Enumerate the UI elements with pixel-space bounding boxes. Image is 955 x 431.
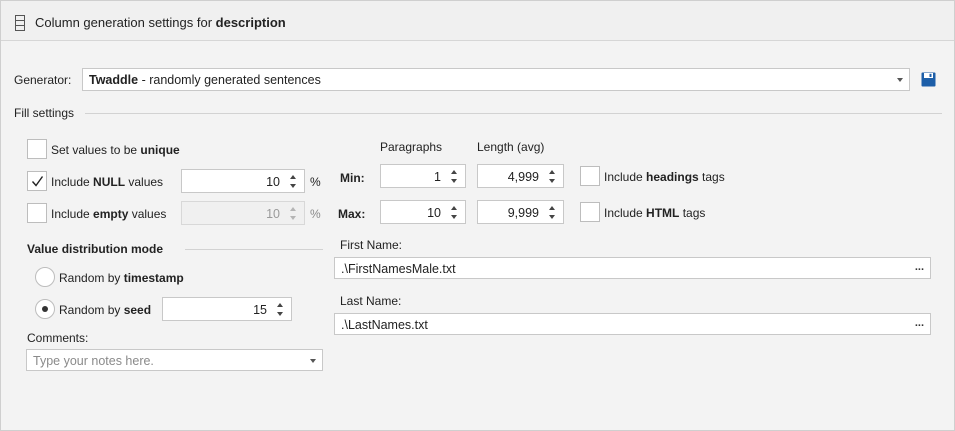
spin-up-icon (290, 207, 296, 211)
chevron-down-icon (897, 78, 903, 82)
spin-down-icon[interactable] (451, 215, 457, 219)
spin-down-icon[interactable] (549, 179, 555, 183)
random-timestamp-label: Random by timestamp (59, 271, 184, 285)
save-icon[interactable] (921, 72, 936, 87)
random-timestamp-radio[interactable] (35, 267, 55, 287)
max-length-value: 9,999 (507, 206, 539, 220)
include-html-checkbox[interactable] (580, 202, 600, 222)
generator-name: Twaddle (89, 73, 139, 87)
spin-down-icon[interactable] (277, 312, 283, 316)
spin-down-icon[interactable] (549, 215, 555, 219)
include-html-label: Include HTML tags (604, 206, 706, 220)
checkmark-icon (31, 176, 44, 187)
spin-up-icon[interactable] (277, 303, 283, 307)
chevron-down-icon[interactable] (310, 359, 316, 363)
empty-percent-unit: % (310, 207, 321, 221)
panel-title: Column generation settings for descripti… (35, 15, 286, 30)
random-seed-radio[interactable] (35, 299, 55, 319)
spin-down-icon[interactable] (290, 184, 296, 188)
first-name-label: First Name: (340, 238, 403, 252)
panel-header: Column generation settings for descripti… (1, 1, 954, 41)
min-label: Min: (340, 171, 365, 185)
comments-input[interactable]: Type your notes here. (26, 349, 323, 371)
min-length-value: 4,999 (507, 170, 539, 184)
length-header: Length (avg) (477, 140, 545, 154)
unique-checkbox[interactable] (27, 139, 47, 159)
min-paragraphs-spinner[interactable]: 1 (380, 164, 466, 188)
last-name-file-input[interactable]: .\LastNames.txt ... (334, 313, 931, 335)
spin-down-icon (290, 216, 296, 220)
generator-description: - randomly generated sentences (138, 73, 321, 87)
browse-button[interactable]: ... (915, 261, 924, 273)
comments-placeholder: Type your notes here. (33, 354, 154, 368)
empty-percent-value: 10 (266, 207, 280, 221)
spin-up-icon[interactable] (451, 206, 457, 210)
paragraphs-header: Paragraphs (380, 140, 443, 154)
random-seed-label: Random by seed (59, 303, 152, 317)
comments-label: Comments: (27, 331, 89, 345)
empty-percent-spinner: 10 (181, 201, 305, 225)
min-paragraphs-value: 1 (434, 170, 441, 184)
distribution-title: Value distribution mode (27, 242, 164, 256)
fill-settings-title: Fill settings (14, 106, 75, 120)
spin-up-icon[interactable] (549, 206, 555, 210)
include-empty-label: Include empty values (51, 207, 167, 221)
null-percent-unit: % (310, 175, 321, 189)
column-generation-panel: Column generation settings for descripti… (0, 0, 955, 431)
include-headings-label: Include headings tags (604, 170, 725, 184)
generator-select[interactable]: Twaddle - randomly generated sentences (82, 68, 910, 91)
browse-button[interactable]: ... (915, 317, 924, 329)
radio-selected-dot (42, 306, 48, 312)
max-length-spinner[interactable]: 9,999 (477, 200, 564, 224)
first-name-file-input[interactable]: .\FirstNamesMale.txt ... (334, 257, 931, 279)
unique-label: Set values to be unique (51, 143, 180, 157)
spin-up-icon[interactable] (290, 175, 296, 179)
spin-up-icon[interactable] (451, 170, 457, 174)
fill-settings-divider (85, 113, 942, 114)
generator-label: Generator: (14, 73, 72, 87)
first-name-file-path: .\FirstNamesMale.txt (341, 262, 456, 276)
max-paragraphs-value: 10 (427, 206, 441, 220)
include-null-label: Include NULL values (51, 175, 164, 189)
include-headings-checkbox[interactable] (580, 166, 600, 186)
spin-up-icon[interactable] (549, 170, 555, 174)
column-icon (15, 15, 25, 31)
include-empty-checkbox[interactable] (27, 203, 47, 223)
seed-value: 15 (253, 303, 267, 317)
spin-down-icon[interactable] (451, 179, 457, 183)
null-percent-value: 10 (266, 175, 280, 189)
max-paragraphs-spinner[interactable]: 10 (380, 200, 466, 224)
distribution-divider (185, 249, 323, 250)
seed-spinner[interactable]: 15 (162, 297, 292, 321)
null-percent-spinner[interactable]: 10 (181, 169, 305, 193)
min-length-spinner[interactable]: 4,999 (477, 164, 564, 188)
last-name-file-path: .\LastNames.txt (341, 318, 428, 332)
max-label: Max: (338, 207, 366, 221)
column-name: description (215, 15, 286, 30)
include-null-checkbox[interactable] (27, 171, 47, 191)
last-name-label: Last Name: (340, 294, 402, 308)
